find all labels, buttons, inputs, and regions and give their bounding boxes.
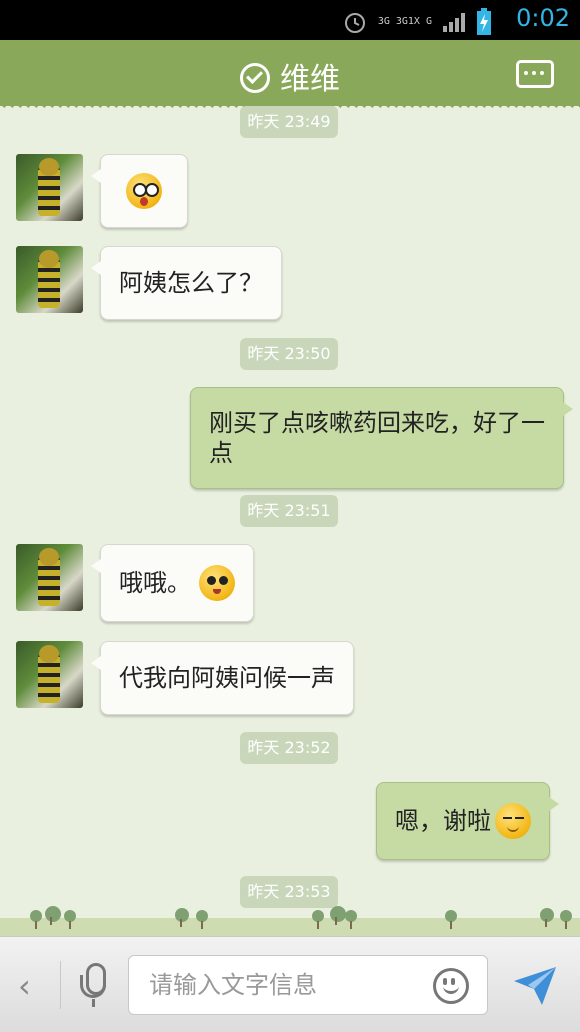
- chat-header: 维维: [0, 40, 580, 112]
- timestamp: 昨天 23:53: [240, 876, 338, 908]
- back-button[interactable]: ‹: [18, 967, 31, 1005]
- shocked-emoji-icon: [126, 173, 162, 209]
- content-emoji-icon: [495, 803, 531, 839]
- status-bar: 3G 3G1X G 0:02: [0, 0, 580, 40]
- avatar[interactable]: [16, 544, 83, 611]
- signal-icon: [443, 13, 465, 32]
- divider: [60, 961, 61, 1009]
- avatar[interactable]: [16, 641, 83, 708]
- message-bubble-sent[interactable]: 刚买了点咳嗽药回来吃，好了一点: [190, 387, 573, 489]
- message-text: 哦哦。: [119, 569, 191, 597]
- message-bubble-received[interactable]: 哦哦。: [91, 544, 254, 622]
- message-text: 刚买了点咳嗽药回来吃，好了一点: [209, 409, 545, 467]
- message-input-field[interactable]: [128, 955, 488, 1015]
- message-bubble-received[interactable]: 阿姨怎么了？: [91, 246, 282, 320]
- emoji-picker-icon[interactable]: [433, 968, 469, 1004]
- message-text: 阿姨怎么了？: [119, 269, 263, 297]
- alarm-icon: [344, 13, 365, 33]
- microphone-icon[interactable]: [78, 961, 108, 1009]
- message-bubble-sent[interactable]: 嗯，谢啦: [376, 782, 559, 860]
- timestamp: 昨天 23:50: [240, 338, 338, 370]
- chat-title: 维维: [280, 62, 340, 97]
- message-text: 嗯，谢啦: [395, 807, 491, 835]
- battery-charging-icon: [477, 8, 491, 35]
- avatar[interactable]: [16, 246, 83, 313]
- clock-time: 0:02: [516, 4, 570, 32]
- input-bar: ‹: [0, 936, 580, 1032]
- timestamp: 昨天 23:49: [240, 106, 338, 138]
- status-icons: 3G 3G1X G: [342, 8, 492, 36]
- chat-area[interactable]: 昨天 23:49 阿姨怎么了？ 昨天 23:50 刚买了点咳嗽药回来吃，好了一点…: [0, 106, 580, 936]
- pleading-emoji-icon: [199, 565, 235, 601]
- more-menu-icon[interactable]: [516, 60, 554, 88]
- message-bubble-received[interactable]: 代我向阿姨问候一声: [91, 641, 354, 715]
- check-circle-icon: [240, 62, 270, 93]
- avatar[interactable]: [16, 154, 83, 221]
- network-type-label: 3G 3G1X G: [377, 16, 432, 27]
- message-bubble-received[interactable]: [91, 154, 188, 228]
- chat-title-area: 维维: [0, 54, 580, 98]
- timestamp: 昨天 23:51: [240, 495, 338, 527]
- send-icon[interactable]: [512, 963, 558, 1007]
- message-input[interactable]: [147, 956, 421, 1014]
- message-text: 代我向阿姨问候一声: [119, 664, 335, 692]
- timestamp: 昨天 23:52: [240, 732, 338, 764]
